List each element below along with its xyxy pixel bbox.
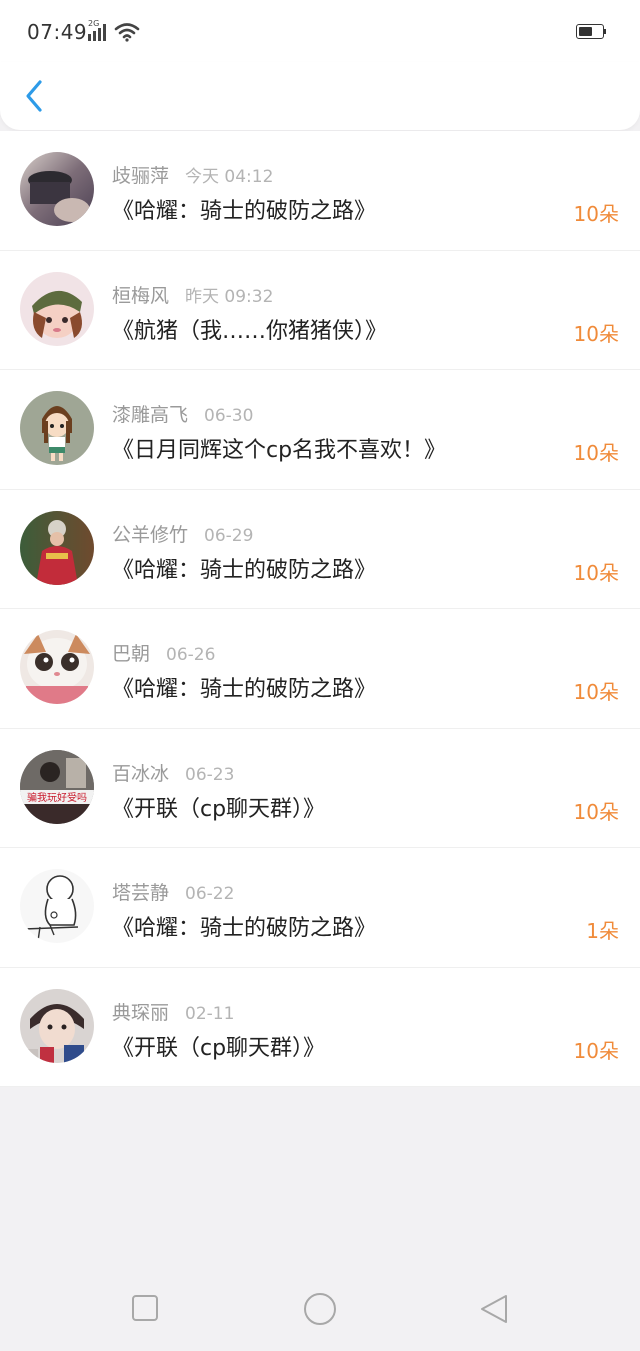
status-bar: 07:49 2G: [0, 0, 640, 62]
signal-icon: 2G: [88, 19, 110, 41]
sender-name: 桓梅风: [112, 284, 170, 307]
sender-name: 漆雕高飞: [112, 404, 189, 426]
work-title[interactable]: 《哈耀：骑士的破防之路》: [112, 910, 376, 942]
work-title[interactable]: 《开联（cp聊天群）》: [112, 791, 325, 823]
work-title[interactable]: 《日月同辉这个cp名我不喜欢！》: [112, 432, 446, 464]
list-item[interactable]: 塔芸静 06-22 《哈耀：骑士的破防之路》 1朵: [0, 848, 640, 968]
avatar[interactable]: [20, 152, 94, 226]
sender-name: 百冰冰: [112, 762, 170, 785]
flower-count: 10朵: [573, 441, 619, 465]
status-time: 07:49: [27, 20, 88, 44]
avatar[interactable]: [20, 271, 94, 346]
sender-name: 塔芸静: [112, 882, 170, 904]
list-item[interactable]: 典琛丽 02-11 《开联（cp聊天群）》 10朵: [0, 968, 640, 1088]
flower-count: 10朵: [573, 680, 619, 704]
sender-name: 典琛丽: [112, 1001, 170, 1024]
avatar[interactable]: [20, 630, 94, 704]
work-title[interactable]: 《航猪（我……你猪猪侠）》: [112, 313, 387, 345]
list-item[interactable]: 歧骊萍 今天 04:12 《哈耀：骑士的破防之路》 10朵: [0, 131, 640, 251]
back-icon[interactable]: [478, 1293, 510, 1325]
list-item[interactable]: 漆雕高飞 06-30 《日月同辉这个cp名我不喜欢！》 10朵: [0, 370, 640, 490]
flower-count: 10朵: [573, 321, 619, 346]
work-title[interactable]: 《哈耀：骑士的破防之路》: [112, 552, 376, 584]
flower-record-list: 歧骊萍 今天 04:12 《哈耀：骑士的破防之路》 10朵 桓梅风 昨天 09:32…: [0, 131, 640, 1087]
send-time: 今天 04:12: [185, 167, 274, 187]
avatar[interactable]: 骗我玩好受吗: [20, 749, 94, 824]
network-type-label: 2G: [88, 19, 100, 28]
send-time: 06-26: [166, 645, 216, 665]
sender-name: 巴朝: [112, 643, 151, 665]
send-time: 06-30: [204, 406, 254, 426]
list-item[interactable]: 桓梅风 昨天 09:32 《航猪（我……你猪猪侠）》 10朵: [0, 251, 640, 371]
flower-count: 10朵: [573, 799, 619, 824]
work-title[interactable]: 《哈耀：骑士的破防之路》: [112, 671, 376, 703]
back-button[interactable]: [18, 76, 52, 116]
avatar[interactable]: [20, 988, 94, 1063]
sender-name: 公羊修竹: [112, 523, 189, 546]
nav-header: [0, 62, 640, 130]
work-title[interactable]: 《开联（cp聊天群）》: [112, 1030, 325, 1062]
send-time: 06-29: [204, 525, 254, 546]
avatar[interactable]: [20, 510, 94, 585]
sender-name: 歧骊萍: [112, 165, 170, 187]
work-title[interactable]: 《哈耀：骑士的破防之路》: [112, 193, 376, 225]
avatar[interactable]: [20, 869, 94, 943]
battery-icon: [576, 24, 606, 40]
recent-apps-icon[interactable]: [131, 1294, 161, 1324]
send-time: 02-11: [185, 1003, 235, 1024]
list-item[interactable]: 公羊修竹 06-29 《哈耀：骑士的破防之路》 10朵: [0, 490, 640, 610]
flower-count: 10朵: [573, 202, 619, 226]
flower-count: 10朵: [573, 1038, 619, 1063]
system-nav-bar: [0, 1255, 640, 1351]
flower-count: 10朵: [573, 560, 619, 585]
home-icon[interactable]: [302, 1291, 338, 1327]
send-time: 昨天 09:32: [185, 286, 274, 307]
send-time: 06-22: [185, 884, 235, 904]
list-item[interactable]: 骗我玩好受吗 百冰冰 06-23 《开联（cp聊天群）》 10朵: [0, 729, 640, 849]
wifi-icon: [114, 23, 140, 42]
avatar[interactable]: [20, 391, 94, 465]
flower-count: 1朵: [586, 919, 619, 943]
list-item[interactable]: 巴朝 06-26 《哈耀：骑士的破防之路》 10朵: [0, 609, 640, 729]
chevron-left-icon: [26, 80, 42, 112]
send-time: 06-23: [185, 764, 235, 785]
avatar-caption: 骗我玩好受吗: [27, 791, 87, 804]
